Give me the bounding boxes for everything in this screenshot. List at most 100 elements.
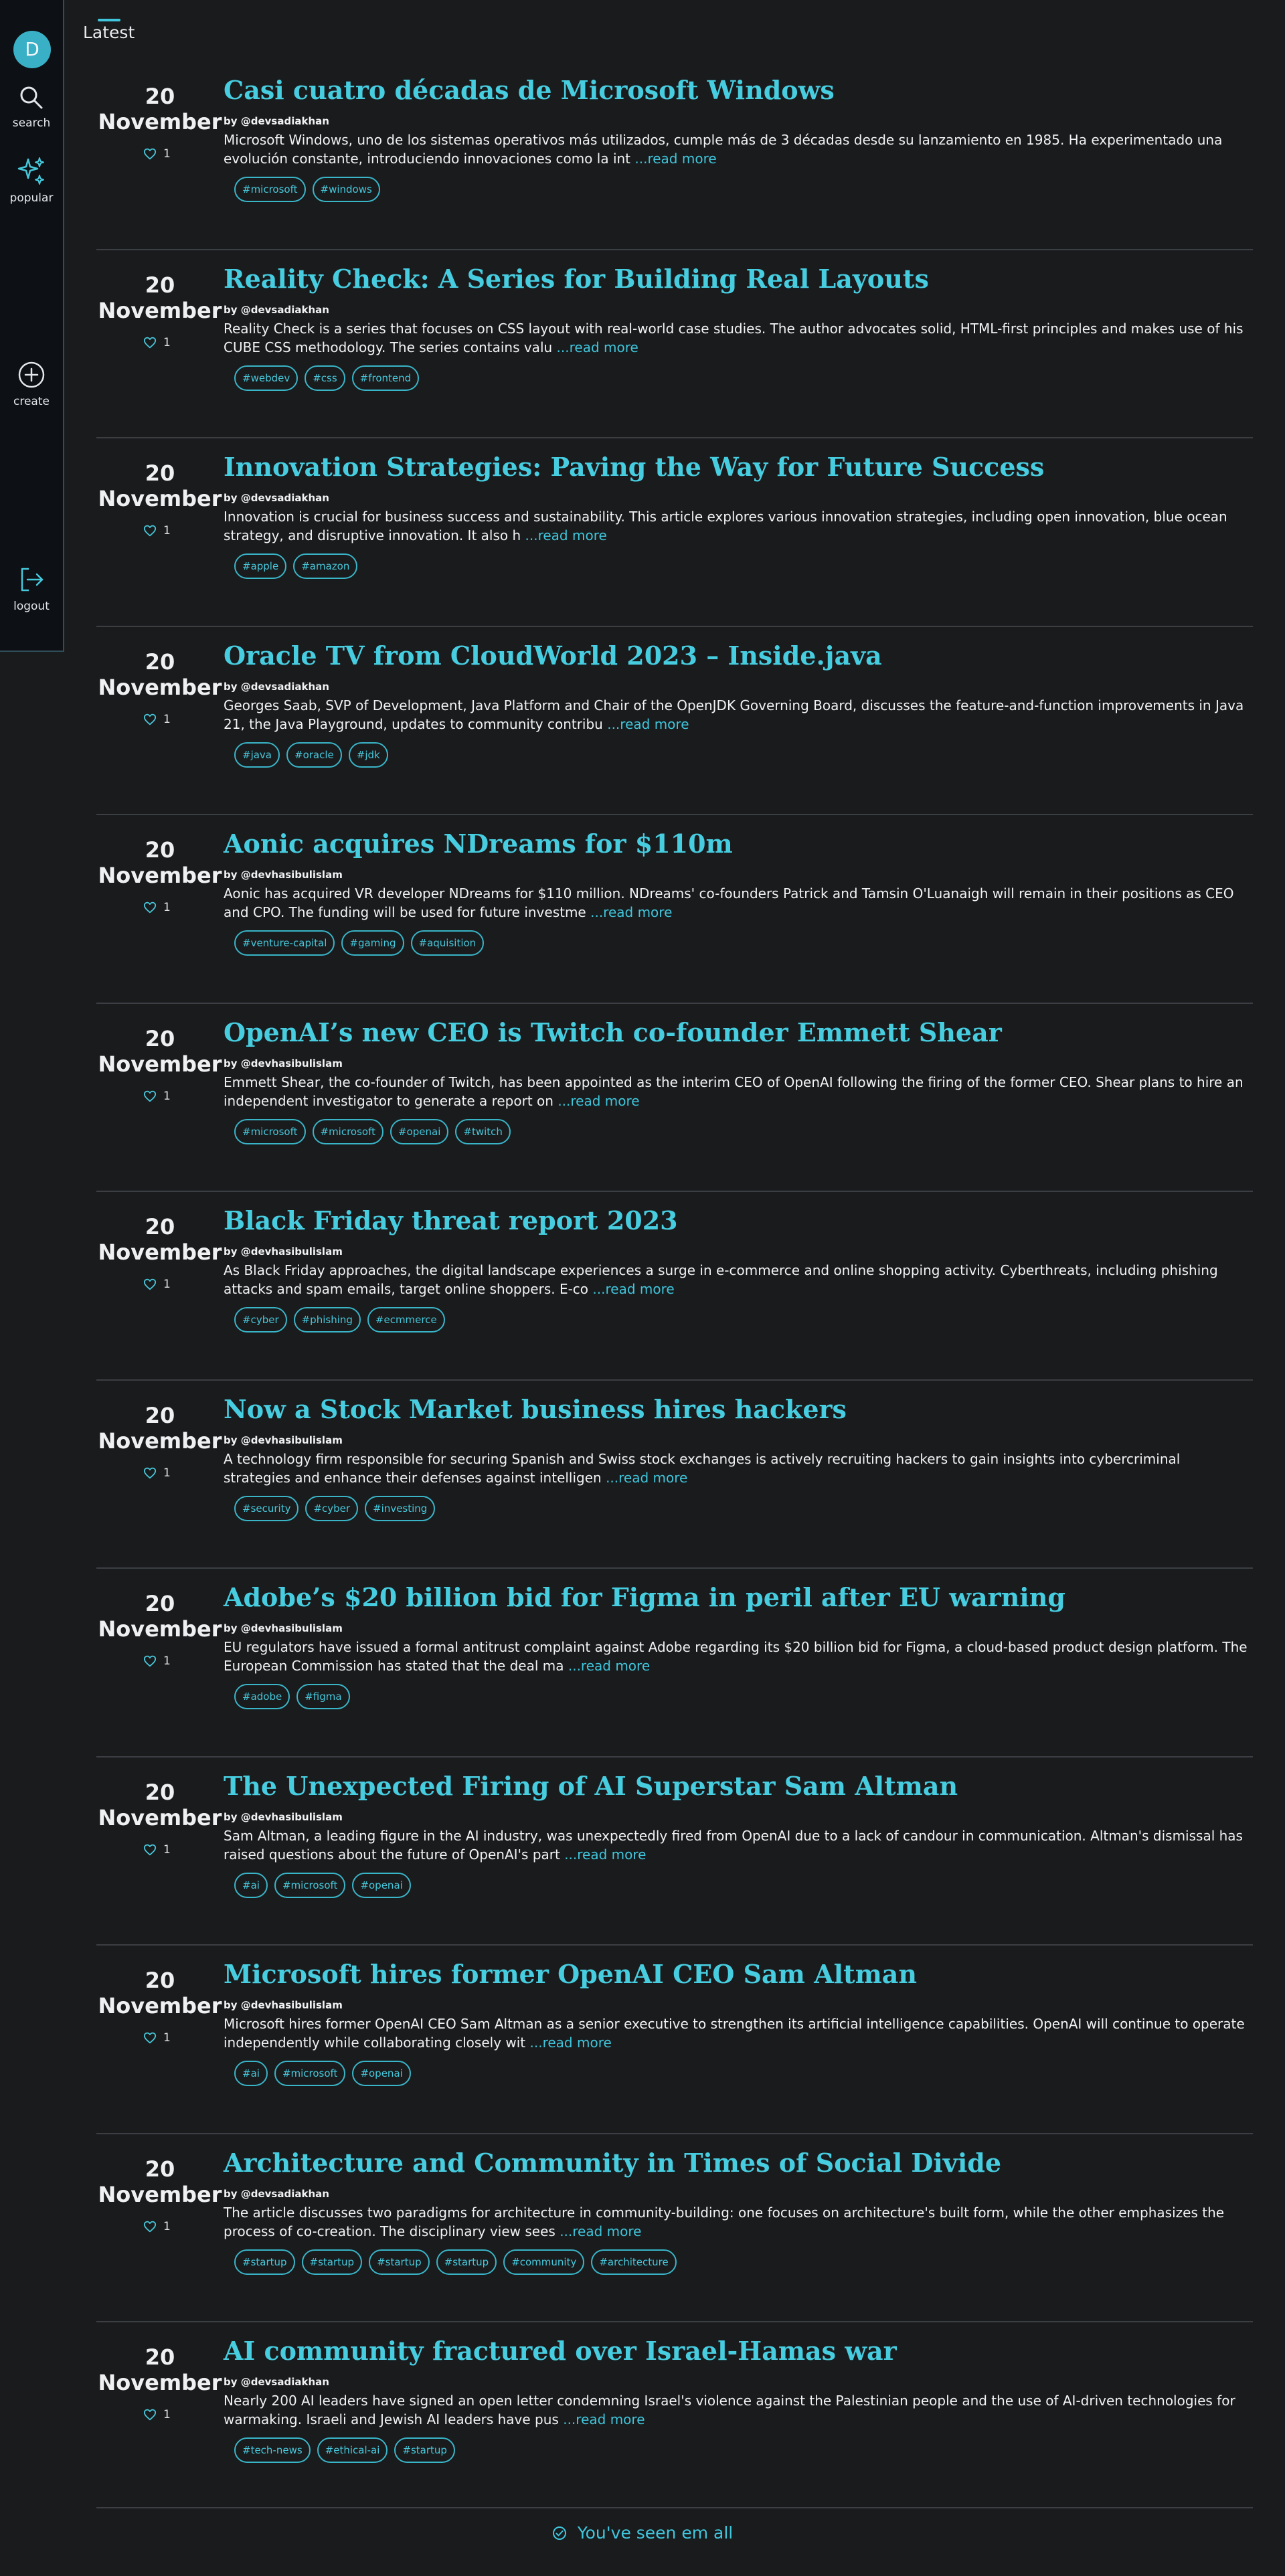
article-excerpt: Emmett Shear, the co-founder of Twitch, … (224, 1073, 1248, 1110)
read-more-link[interactable]: ...read more (560, 2223, 641, 2239)
like-button[interactable]: 1 (143, 336, 171, 349)
article-title[interactable]: Adobe’s $20 billion bid for Figma in per… (224, 1582, 1065, 1612)
tag-chip[interactable]: #cyber (305, 1496, 359, 1521)
tag-chip[interactable]: #ecmmerce (367, 1307, 445, 1333)
tag-chip[interactable]: #microsoft (234, 177, 306, 202)
read-more-link[interactable]: ...read more (634, 151, 716, 167)
tag-chip[interactable]: #community (503, 2249, 585, 2275)
divider (96, 2133, 1253, 2134)
tag-chip[interactable]: #venture-capital (234, 930, 335, 956)
article-card: 20 November 1 AI community fractured over I… (96, 2321, 1253, 2510)
tag-chip[interactable]: #tech-news (234, 2437, 311, 2463)
like-button[interactable]: 1 (143, 524, 171, 537)
tag-chip[interactable]: #ai (234, 1873, 268, 1898)
read-more-link[interactable]: ...read more (557, 339, 638, 355)
tag-chip[interactable]: #ai (234, 2061, 268, 2086)
article-excerpt: EU regulators have issued a formal antit… (224, 1638, 1248, 1675)
article-title[interactable]: OpenAI’s new CEO is Twitch co-founder Em… (224, 1017, 1002, 1047)
read-more-link[interactable]: ...read more (558, 1093, 639, 1109)
like-button[interactable]: 1 (143, 713, 171, 726)
article-author: by @devhasibulislam (224, 1811, 343, 1823)
tag-chip[interactable]: #startup (394, 2437, 455, 2463)
tab-latest[interactable]: Latest (83, 19, 135, 42)
excerpt-text: EU regulators have issued a formal antit… (224, 1639, 1248, 1674)
article-title[interactable]: Architecture and Community in Times of S… (224, 2148, 1001, 2178)
article-title[interactable]: Microsoft hires former OpenAI CEO Sam Al… (224, 1959, 917, 1989)
tag-chip[interactable]: #microsoft (312, 1119, 383, 1144)
read-more-link[interactable]: ...read more (563, 2411, 645, 2427)
article-excerpt: Microsoft Windows, uno de los sistemas o… (224, 131, 1248, 168)
tag-list: #apple #amazon (234, 553, 358, 579)
tag-chip[interactable]: #openai (352, 2061, 411, 2086)
like-button[interactable]: 1 (143, 1654, 171, 1668)
read-more-link[interactable]: ...read more (606, 1470, 687, 1486)
article-title[interactable]: Black Friday threat report 2023 (224, 1205, 678, 1235)
tag-chip[interactable]: #apple (234, 553, 287, 579)
avatar[interactable]: D (13, 31, 51, 68)
article-excerpt: Sam Altman, a leading figure in the AI i… (224, 1826, 1248, 1864)
sidebar-item-create[interactable]: create (0, 360, 63, 408)
tag-chip[interactable]: #startup (369, 2249, 430, 2275)
tag-chip[interactable]: #java (234, 742, 280, 768)
tag-list: #security #cyber #investing (234, 1496, 436, 1521)
tag-chip[interactable]: #gaming (341, 930, 404, 956)
article-title[interactable]: The Unexpected Firing of AI Superstar Sa… (224, 1771, 958, 1801)
read-more-link[interactable]: ...read more (590, 904, 672, 920)
like-count: 1 (163, 1466, 171, 1480)
read-more-link[interactable]: ...read more (525, 527, 607, 543)
tag-chip[interactable]: #webdev (234, 365, 298, 391)
tag-chip[interactable]: #openai (352, 1873, 411, 1898)
tag-chip[interactable]: #startup (436, 2249, 497, 2275)
tag-chip[interactable]: #phishing (293, 1307, 361, 1333)
tag-chip[interactable]: #adobe (234, 1684, 290, 1709)
tag-chip[interactable]: #microsoft (274, 1873, 346, 1898)
tag-chip[interactable]: #twitch (455, 1119, 511, 1144)
read-more-link[interactable]: ...read more (592, 1281, 674, 1297)
tag-chip[interactable]: #windows (312, 177, 380, 202)
like-button[interactable]: 1 (143, 1090, 171, 1103)
like-button[interactable]: 1 (143, 1278, 171, 1291)
like-button[interactable]: 1 (143, 2220, 171, 2233)
tag-chip[interactable]: #jdk (348, 742, 388, 768)
tag-chip[interactable]: #frontend (351, 365, 420, 391)
tag-chip[interactable]: #oracle (286, 742, 342, 768)
tag-chip[interactable]: #investing (365, 1496, 436, 1521)
like-button[interactable]: 1 (143, 1466, 171, 1480)
tag-chip[interactable]: #microsoft (274, 2061, 346, 2086)
article-title[interactable]: Aonic acquires NDreams for $110m (224, 829, 733, 859)
tag-chip[interactable]: #ethical-ai (317, 2437, 388, 2463)
like-button[interactable]: 1 (143, 1843, 171, 1857)
tag-chip[interactable]: #amazon (293, 553, 358, 579)
tag-chip[interactable]: #cyber (234, 1307, 287, 1333)
tag-chip[interactable]: #microsoft (234, 1119, 306, 1144)
sidebar-item-search[interactable]: search (0, 84, 63, 130)
tag-chip[interactable]: #architecture (591, 2249, 677, 2275)
read-more-link[interactable]: ...read more (530, 2035, 612, 2051)
read-more-link[interactable]: ...read more (564, 1847, 646, 1863)
article-title[interactable]: AI community fractured over Israel-Hamas… (224, 2336, 897, 2366)
like-button[interactable]: 1 (143, 147, 171, 161)
read-more-link[interactable]: ...read more (607, 716, 689, 732)
tag-chip[interactable]: #startup (301, 2249, 363, 2275)
sidebar-item-logout[interactable]: logout (0, 565, 63, 613)
article-title[interactable]: Oracle TV from CloudWorld 2023 – Inside.… (224, 640, 882, 671)
tag-chip[interactable]: #startup (234, 2249, 295, 2275)
article-excerpt: A technology firm responsible for securi… (224, 1450, 1248, 1487)
tag-chip[interactable]: #css (305, 365, 345, 391)
article-title[interactable]: Innovation Strategies: Paving the Way fo… (224, 452, 1044, 482)
post-date-month: November (98, 486, 222, 511)
tag-chip[interactable]: #aquisition (410, 930, 485, 956)
article-title[interactable]: Now a Stock Market business hires hacker… (224, 1394, 847, 1424)
article-title[interactable]: Reality Check: A Series for Building Rea… (224, 264, 929, 294)
read-more-link[interactable]: ...read more (568, 1658, 650, 1674)
tag-chip[interactable]: #openai (390, 1119, 449, 1144)
like-count: 1 (163, 524, 171, 537)
like-button[interactable]: 1 (143, 901, 171, 914)
sidebar-item-popular[interactable]: popular (0, 155, 63, 205)
article-title[interactable]: Casi cuatro décadas de Microsoft Windows (224, 75, 835, 105)
tag-chip[interactable]: #security (234, 1496, 299, 1521)
divider (96, 1191, 1253, 1192)
like-button[interactable]: 1 (143, 2408, 171, 2421)
tag-chip[interactable]: #figma (296, 1684, 350, 1709)
like-button[interactable]: 1 (143, 2031, 171, 2045)
